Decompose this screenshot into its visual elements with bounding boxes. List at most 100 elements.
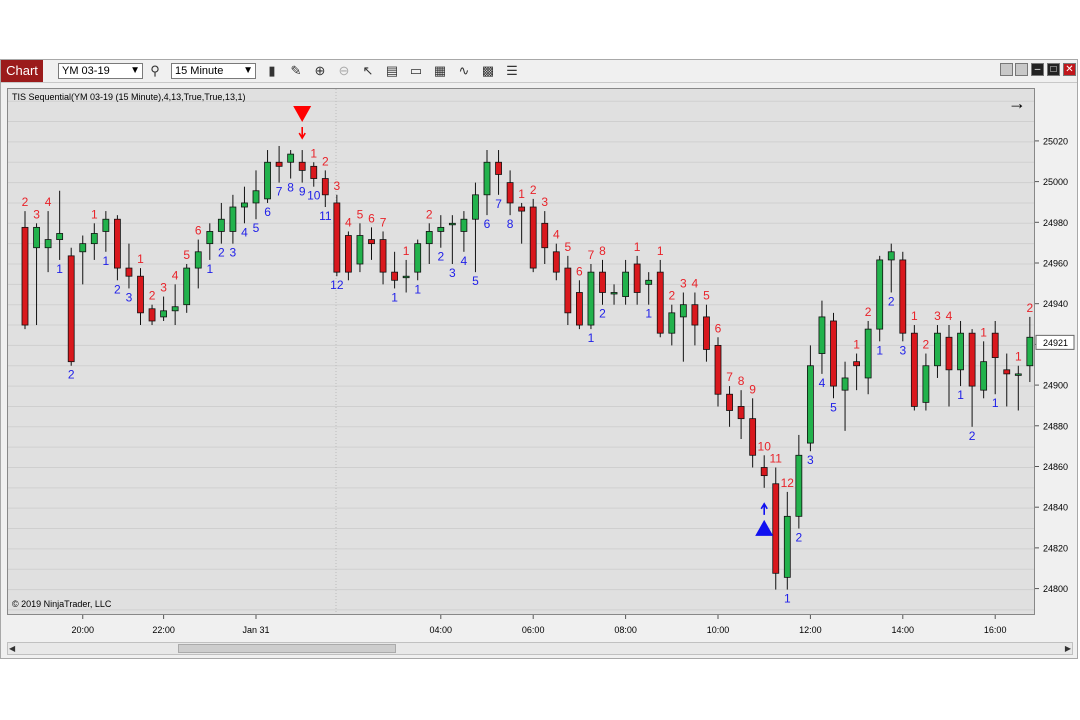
price-tick-label: 24840	[1043, 503, 1068, 513]
candle-up	[622, 271, 629, 297]
candle-up	[287, 153, 295, 163]
time-tick-label: 22:00	[152, 625, 175, 635]
buy-count-label: 3	[807, 453, 814, 467]
chart-trader-icon[interactable]: ▭	[407, 62, 425, 80]
buy-count-label: 5	[830, 400, 837, 414]
candle-down	[910, 332, 918, 407]
chart-window: Chart YM 03-19 ▼ ⚲ 15 Minute ▼ ▮ ✎ ⊕ ⊖ ↖…	[0, 59, 1078, 659]
candle-down	[714, 344, 722, 395]
search-icon[interactable]: ⚲	[146, 62, 164, 80]
candle-down	[760, 467, 768, 477]
scroll-right-icon[interactable]: ▶	[1065, 643, 1071, 654]
price-axis-labels: 2480024820248402486024880249002492024940…	[1035, 136, 1075, 594]
candle-up	[356, 235, 364, 265]
chart-plot-area[interactable]: 2 3 4 1 2 1 1 2 3 1 2 3 4 5 6 1 2 3 4 5 6 7 8 9 10 11 12 1 2 3 4 5 6 7 1 1 1…	[7, 88, 1035, 615]
time-axis[interactable]: 20:00 22:00 Jan 31 04:00 06:00 08:00 10:00 12:0…	[7, 615, 1035, 640]
sell-count-label: 8	[738, 374, 745, 388]
candle-down	[344, 235, 352, 273]
price-axis[interactable]: 2480024820248402486024880249002492024940…	[1035, 88, 1075, 615]
minimize-icon[interactable]: –	[1031, 63, 1044, 76]
candle-up	[980, 361, 988, 391]
candle-down	[991, 332, 999, 359]
horizontal-scrollbar[interactable]: ◀ ▶	[7, 642, 1073, 655]
buy-count-label: 4	[819, 376, 826, 390]
candle-up	[818, 316, 826, 354]
sell-count-label: 1	[634, 240, 641, 254]
properties-icon[interactable]: ☰	[503, 62, 521, 80]
candle-down	[726, 393, 733, 411]
window-tile-icon[interactable]	[1000, 63, 1013, 76]
candle-down	[541, 222, 549, 249]
sell-count-label: 1	[518, 187, 525, 201]
buy-count-label: 2	[114, 282, 121, 296]
buy-count-label: 6	[264, 205, 271, 219]
sell-count-label: 3	[541, 195, 548, 209]
candle-up	[90, 233, 98, 245]
buy-count-label: 2	[599, 307, 606, 321]
instrument-selector[interactable]: YM 03-19 ▼	[58, 63, 143, 79]
strategies-icon[interactable]: ∿	[455, 62, 473, 80]
buy-count-label: 3	[126, 290, 133, 304]
sell-count-label: 2	[530, 183, 537, 197]
candle-down	[495, 161, 502, 175]
candle-down	[945, 336, 953, 371]
arrow-right-icon[interactable]: →	[1008, 93, 1026, 114]
buy-count-label: 8	[507, 217, 514, 231]
candle-up	[876, 259, 884, 330]
buy-count-label: 8	[287, 181, 294, 195]
buy-count-label: 5	[472, 274, 479, 288]
templates-icon[interactable]: ▩	[479, 62, 497, 80]
data-box-icon[interactable]: ▤	[383, 62, 401, 80]
time-tick-label: 04:00	[430, 625, 453, 635]
zoom-in-icon[interactable]: ⊕	[311, 62, 329, 80]
interval-selector[interactable]: 15 Minute ▼	[171, 63, 256, 79]
indicators-icon[interactable]: ▦	[431, 62, 449, 80]
price-tick-label: 24860	[1043, 462, 1068, 472]
buy-signal-triangle	[755, 519, 774, 536]
buy-count-label: 2	[437, 250, 444, 264]
buy-count-label: 1	[784, 592, 791, 606]
candle-up	[79, 243, 87, 253]
candle-down	[633, 263, 641, 293]
price-tick-label: 24820	[1043, 543, 1068, 553]
candle-down	[298, 161, 306, 171]
candle-down	[391, 271, 399, 281]
sell-count-label: 2	[426, 207, 433, 221]
buy-count-label: 2	[68, 368, 75, 382]
close-icon[interactable]: ✕	[1063, 63, 1076, 76]
sell-count-label: 1	[657, 244, 664, 258]
sell-count-label: 2	[22, 195, 29, 209]
candle-up	[425, 231, 433, 245]
time-tick-label: 06:00	[522, 625, 545, 635]
buy-count-label: 9	[299, 185, 306, 199]
sell-count-label: 4	[946, 309, 953, 323]
candle-up	[957, 332, 964, 371]
buy-count-label: 1	[56, 262, 63, 276]
time-tick-label: 20:00	[71, 625, 94, 635]
candle-up	[33, 226, 40, 249]
chart-tab[interactable]: Chart	[1, 60, 43, 82]
bar-type-icon[interactable]: ▮	[263, 62, 281, 80]
pointer-icon[interactable]: ↖	[359, 62, 377, 80]
pencil-icon[interactable]: ✎	[287, 62, 305, 80]
buy-count-label: 1	[391, 290, 398, 304]
candle-down	[137, 275, 144, 314]
candle-down	[576, 292, 583, 326]
candle-up	[217, 218, 225, 232]
sell-count-label: 7	[380, 215, 387, 229]
buy-count-label: 1	[588, 331, 595, 345]
candle-down	[21, 226, 29, 326]
scroll-thumb[interactable]	[178, 644, 396, 653]
zoom-out-icon[interactable]: ⊖	[335, 62, 353, 80]
buy-count-label: 1	[103, 254, 110, 268]
sell-count-label: 3	[33, 207, 40, 221]
scroll-left-icon[interactable]: ◀	[9, 643, 15, 654]
chevron-down-icon: ▼	[130, 65, 140, 76]
maximize-icon[interactable]: □	[1047, 63, 1060, 76]
candle-down	[552, 251, 560, 273]
candle-up	[402, 275, 410, 279]
window-pin-icon[interactable]	[1015, 63, 1028, 76]
candle-up	[795, 454, 803, 517]
candle-down	[125, 267, 133, 277]
sell-count-label: 6	[715, 321, 722, 335]
